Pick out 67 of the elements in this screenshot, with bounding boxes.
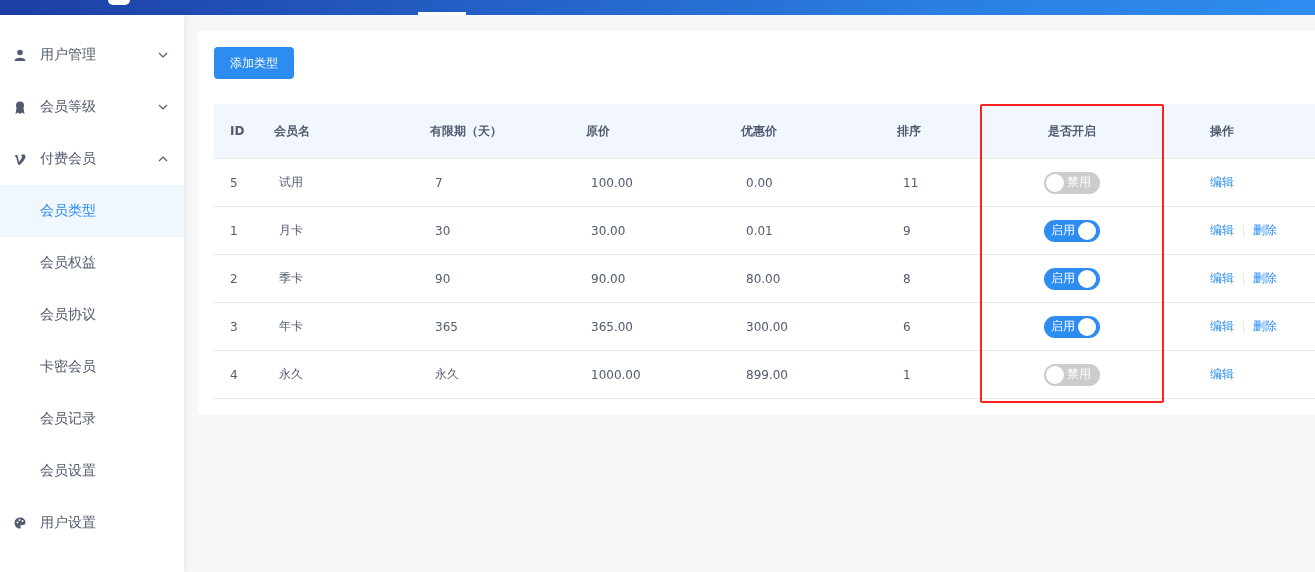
table-cell: 2 [230, 271, 238, 286]
table-cell-text: 1000.00 [590, 367, 641, 382]
sidebar-group[interactable]: 付费会员 [0, 133, 184, 185]
chevron-down-icon [158, 104, 168, 110]
table-cell-text: 365 [434, 319, 458, 334]
table-cell-text: 90.00 [590, 271, 626, 286]
table-cell-text: 6 [902, 319, 911, 334]
sidebar-item[interactable]: 会员协议 [0, 289, 184, 341]
edit-link[interactable]: 编辑 [1210, 174, 1234, 191]
table-cell-text: 0.01 [745, 223, 773, 238]
sidebar-group[interactable]: 会员等级 [0, 81, 184, 133]
column-header: 排序 [897, 122, 921, 140]
edit-link[interactable]: 编辑 [1210, 318, 1234, 335]
table-cell-text: 30.00 [590, 223, 626, 238]
table-cell-text: 7 [434, 175, 443, 190]
sidebar-item[interactable]: 会员权益 [0, 237, 184, 289]
table-cell-text: 1 [902, 367, 911, 382]
sidebar-item[interactable]: 会员设置 [0, 445, 184, 497]
table-cell-text: 11 [902, 175, 919, 190]
sidebar-group[interactable]: 用户设置 [0, 497, 184, 549]
sidebar-group[interactable]: 用户管理 [0, 29, 184, 81]
table-cell-text: 899.00 [745, 367, 788, 382]
column-header: 原价 [586, 122, 610, 140]
table-cell: 3 [230, 319, 238, 334]
table-cell-text: 季卡 [278, 270, 303, 287]
table-cell-text: 年卡 [278, 318, 303, 335]
table-cell-text: 8 [902, 271, 911, 286]
edit-link[interactable]: 编辑 [1210, 366, 1234, 383]
edit-link[interactable]: 编辑 [1210, 222, 1234, 239]
v-logo-icon [14, 153, 26, 165]
user-icon [14, 49, 26, 61]
sidebar-item[interactable]: 会员类型 [0, 185, 184, 237]
delete-link[interactable]: 删除 [1253, 222, 1277, 239]
sidebar-item[interactable]: 卡密会员 [0, 341, 184, 393]
add-type-button[interactable]: 添加类型 [214, 47, 294, 79]
toggle-switch[interactable]: 启用 [1044, 267, 1100, 290]
table-cell: 5 [230, 175, 238, 190]
column-header: 优惠价 [741, 122, 777, 140]
table-cell: 4 [230, 367, 238, 382]
table-cell-text: 0.00 [745, 175, 773, 190]
chevron-down-icon [158, 52, 168, 58]
table-cell-text: 试用 [278, 174, 303, 191]
table-cell-text: 月卡 [278, 222, 303, 239]
table-cell-text: 80.00 [745, 271, 781, 286]
table-cell-text: 30 [434, 223, 451, 238]
table-cell-text: 100.00 [590, 175, 633, 190]
table-cell-text: 9 [902, 223, 911, 238]
table-cell: 1 [230, 223, 238, 238]
delete-link[interactable]: 删除 [1253, 270, 1277, 287]
column-header: 会员名 [274, 122, 310, 140]
column-header: 操作 [1210, 122, 1234, 140]
table-cell-text: 365.00 [590, 319, 633, 334]
column-header: ID [230, 124, 245, 138]
column-header: 有限期（天） [430, 122, 502, 140]
toggle-switch[interactable]: 启用 [1044, 315, 1100, 338]
table-cell-text: 300.00 [745, 319, 788, 334]
active-tab-indicator [418, 12, 466, 15]
sidebar-item[interactable]: 会员记录 [0, 393, 184, 445]
edit-link[interactable]: 编辑 [1210, 270, 1234, 287]
column-header: 是否开启 [1048, 122, 1096, 140]
table-cell-text: 永久 [434, 366, 459, 383]
toggle-switch[interactable]: 启用 [1044, 219, 1100, 242]
delete-link[interactable]: 删除 [1253, 318, 1277, 335]
table-cell-text: 永久 [278, 366, 303, 383]
table-cell-text: 90 [434, 271, 451, 286]
chevron-up-icon [158, 156, 168, 162]
palette-icon [14, 517, 26, 529]
